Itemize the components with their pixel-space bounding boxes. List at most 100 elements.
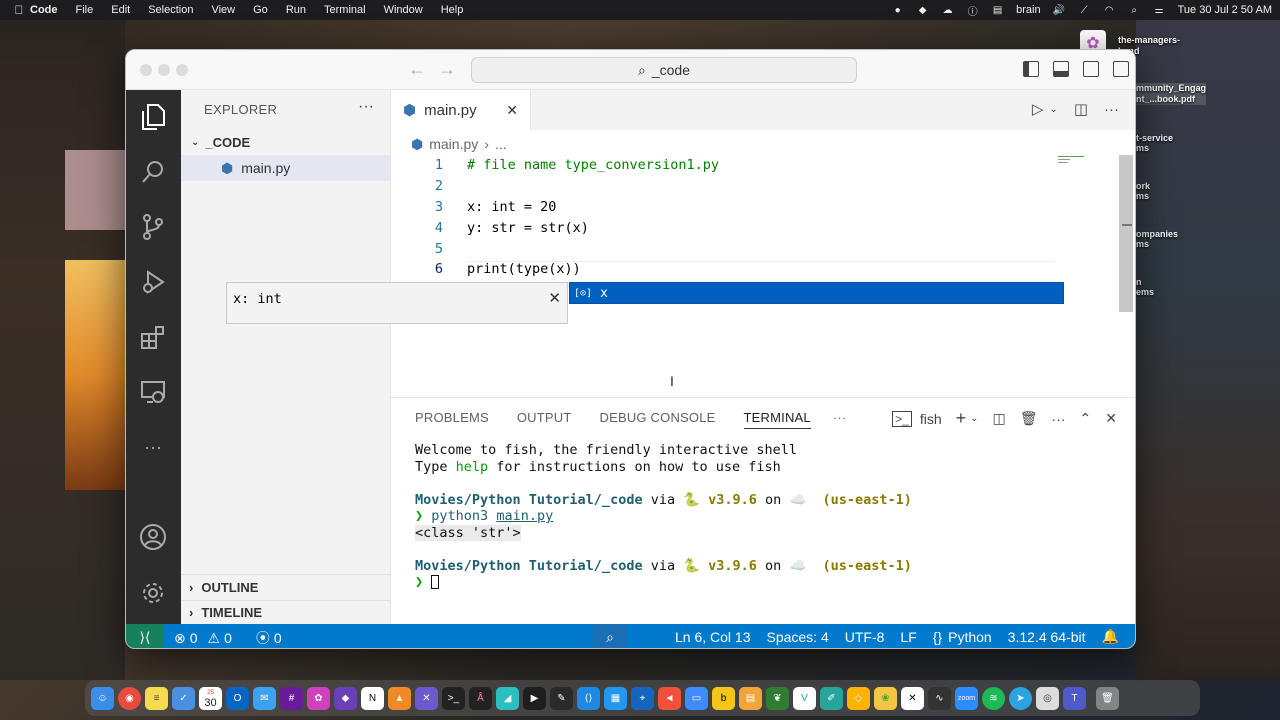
vscode-dock-icon[interactable]: ✕ <box>415 686 438 710</box>
remote-indicator-icon[interactable]: ⟩⟨ <box>126 624 164 648</box>
swift-icon[interactable]: ◄ <box>658 686 681 710</box>
more-tabs-icon[interactable]: ··· <box>833 410 847 429</box>
close-window-button[interactable] <box>140 64 152 76</box>
breadcrumb-more[interactable]: ... <box>495 136 507 153</box>
command-center-search[interactable]: ⌕ _code <box>471 57 857 83</box>
more-views-icon[interactable]: ··· <box>138 432 168 462</box>
docker-icon[interactable]: ▦ <box>604 686 627 710</box>
back-arrow-icon[interactable]: ← <box>408 59 426 80</box>
screen-app-icon[interactable]: ▭ <box>685 686 708 710</box>
source-control-icon[interactable] <box>138 212 168 242</box>
flower-app-icon[interactable]: ✿ <box>307 686 330 710</box>
spotify-icon[interactable]: ≋ <box>982 686 1005 710</box>
notifications-bell-icon[interactable]: 🔔 <box>1102 628 1119 645</box>
prompt-app-icon[interactable]: ▶ <box>523 686 546 710</box>
zoom-icon[interactable]: ⌕ <box>593 624 627 648</box>
close-panel-icon[interactable]: ✕ <box>1105 410 1117 427</box>
manage-gear-icon[interactable] <box>138 578 168 608</box>
trash-icon[interactable]: 🗑 <box>1096 686 1119 710</box>
indentation[interactable]: Spaces: 4 <box>766 629 828 645</box>
folder-code[interactable]: ⌄ _CODE <box>191 135 250 150</box>
apple-icon[interactable]:  <box>8 3 30 17</box>
end-of-line[interactable]: LF <box>900 629 916 645</box>
vertical-scrollbar[interactable] <box>1119 155 1133 312</box>
volume-icon[interactable]: 🔊 <box>1053 4 1066 16</box>
more-actions-icon[interactable]: ··· <box>358 98 374 116</box>
split-editor-icon[interactable]: ◫ <box>1074 100 1088 118</box>
notes-icon[interactable]: ≡ <box>145 686 168 710</box>
waveform-app-icon[interactable]: ∿ <box>928 686 951 710</box>
desktop-file-engag[interactable]: mmunity_Engag nt_...book.pdf <box>1136 83 1207 105</box>
close-tab-icon[interactable]: ✕ <box>506 102 518 119</box>
terminal-output[interactable]: Welcome to fish, the friendly interactiv… <box>415 442 912 591</box>
ports-count[interactable]: 0 <box>274 630 282 646</box>
toggle-primary-sidebar-icon[interactable] <box>1023 61 1039 77</box>
code-editor[interactable]: ⬢ main.py › ... 1 # file name type_conve… <box>226 130 1135 397</box>
run-debug-icon[interactable] <box>138 267 168 297</box>
cloud-icon[interactable]: ☁ <box>941 4 954 16</box>
outline-section[interactable]: › OUTLINE <box>189 580 258 595</box>
orange-app-icon[interactable]: ▲ <box>388 686 411 710</box>
shell-name[interactable]: fish <box>920 411 942 427</box>
menu-user[interactable]: brain <box>1016 4 1040 16</box>
tab-main-py[interactable]: ⬢ main.py ✕ <box>391 90 531 130</box>
desktop-file-companies[interactable]: ompanies ms <box>1136 229 1178 249</box>
forward-arrow-icon[interactable]: → <box>438 59 456 80</box>
minimap[interactable] <box>1058 156 1084 168</box>
tab-problems[interactable]: PROBLEMS <box>415 410 489 429</box>
bold-app-icon[interactable]: b <box>712 686 735 710</box>
close-hover-icon[interactable]: ✕ <box>548 289 561 307</box>
notification-app-icon[interactable]: ◆ <box>916 4 929 16</box>
explorer-icon[interactable] <box>138 102 168 132</box>
run-python-file-icon[interactable]: ▷ <box>1032 100 1044 118</box>
python-interpreter[interactable]: 3.12.4 64-bit <box>1008 629 1086 645</box>
customize-layout-icon[interactable] <box>1113 61 1129 77</box>
timeline-section[interactable]: › TIMELINE <box>189 605 262 620</box>
obsidian-icon[interactable]: ◆ <box>334 686 357 710</box>
more-actions-icon[interactable]: ··· <box>1052 411 1066 427</box>
wifi-icon[interactable]: ◠ <box>1103 4 1116 16</box>
menu-terminal[interactable]: Terminal <box>324 4 366 16</box>
new-terminal-icon[interactable]: + <box>956 408 967 429</box>
notion-icon[interactable]: N <box>361 686 384 710</box>
suggestion-item[interactable]: [⊙] x <box>569 282 1064 304</box>
toggle-panel-icon[interactable] <box>1053 61 1069 77</box>
kill-terminal-trash-icon[interactable]: 🗑 <box>1020 410 1038 427</box>
leaf-app-icon[interactable]: ❦ <box>766 686 789 710</box>
pineapple-app-icon[interactable]: ❀ <box>874 686 897 710</box>
pin-app-icon[interactable]: ⌖ <box>631 686 654 710</box>
control-center-icon[interactable]: ⚌ <box>1153 4 1166 16</box>
menu-run[interactable]: Run <box>286 4 306 16</box>
menu-edit[interactable]: Edit <box>111 4 130 16</box>
tab-terminal[interactable]: TERMINAL <box>743 410 811 429</box>
language-mode[interactable]: Python <box>948 629 992 645</box>
pencil-app-icon[interactable]: ✐ <box>820 686 843 710</box>
desktop-file-work[interactable]: ork ms <box>1136 181 1150 201</box>
menu-help[interactable]: Help <box>441 4 464 16</box>
remote-explorer-icon[interactable] <box>138 377 168 407</box>
tab-output[interactable]: OUTPUT <box>517 410 572 429</box>
desktop-file-items[interactable]: n ems <box>1136 277 1154 297</box>
accounts-icon[interactable] <box>138 522 168 552</box>
finder-icon[interactable]: ☺ <box>91 686 114 710</box>
menu-app-name[interactable]: Code <box>30 4 58 16</box>
breadcrumb-file[interactable]: main.py <box>429 136 478 153</box>
maximize-panel-chevron-up-icon[interactable]: ⌃ <box>1080 410 1092 427</box>
outlook-icon[interactable]: O <box>226 686 249 710</box>
file-main-py[interactable]: ⬢ main.py <box>181 155 390 181</box>
x-app-icon[interactable]: ✕ <box>901 686 924 710</box>
tab-debug-console[interactable]: DEBUG CONSOLE <box>600 410 716 429</box>
sketch-diamond-icon[interactable]: ◇ <box>847 686 870 710</box>
desktop-file-service[interactable]: t-service ms <box>1136 133 1173 153</box>
menu-selection[interactable]: Selection <box>148 4 193 16</box>
slack-icon[interactable]: # <box>280 686 303 710</box>
menu-view[interactable]: View <box>211 4 235 16</box>
folder-app-icon[interactable]: ▤ <box>739 686 762 710</box>
error-count[interactable]: 0 <box>190 630 198 646</box>
zoom-app-icon[interactable]: zoom <box>955 686 978 710</box>
vim-app-icon[interactable]: V <box>793 686 816 710</box>
info-circle-icon[interactable]: ⓘ <box>966 4 979 18</box>
teams-icon[interactable]: T <box>1063 686 1086 710</box>
record-icon[interactable]: ● <box>891 4 904 16</box>
encoding[interactable]: UTF-8 <box>845 629 885 645</box>
